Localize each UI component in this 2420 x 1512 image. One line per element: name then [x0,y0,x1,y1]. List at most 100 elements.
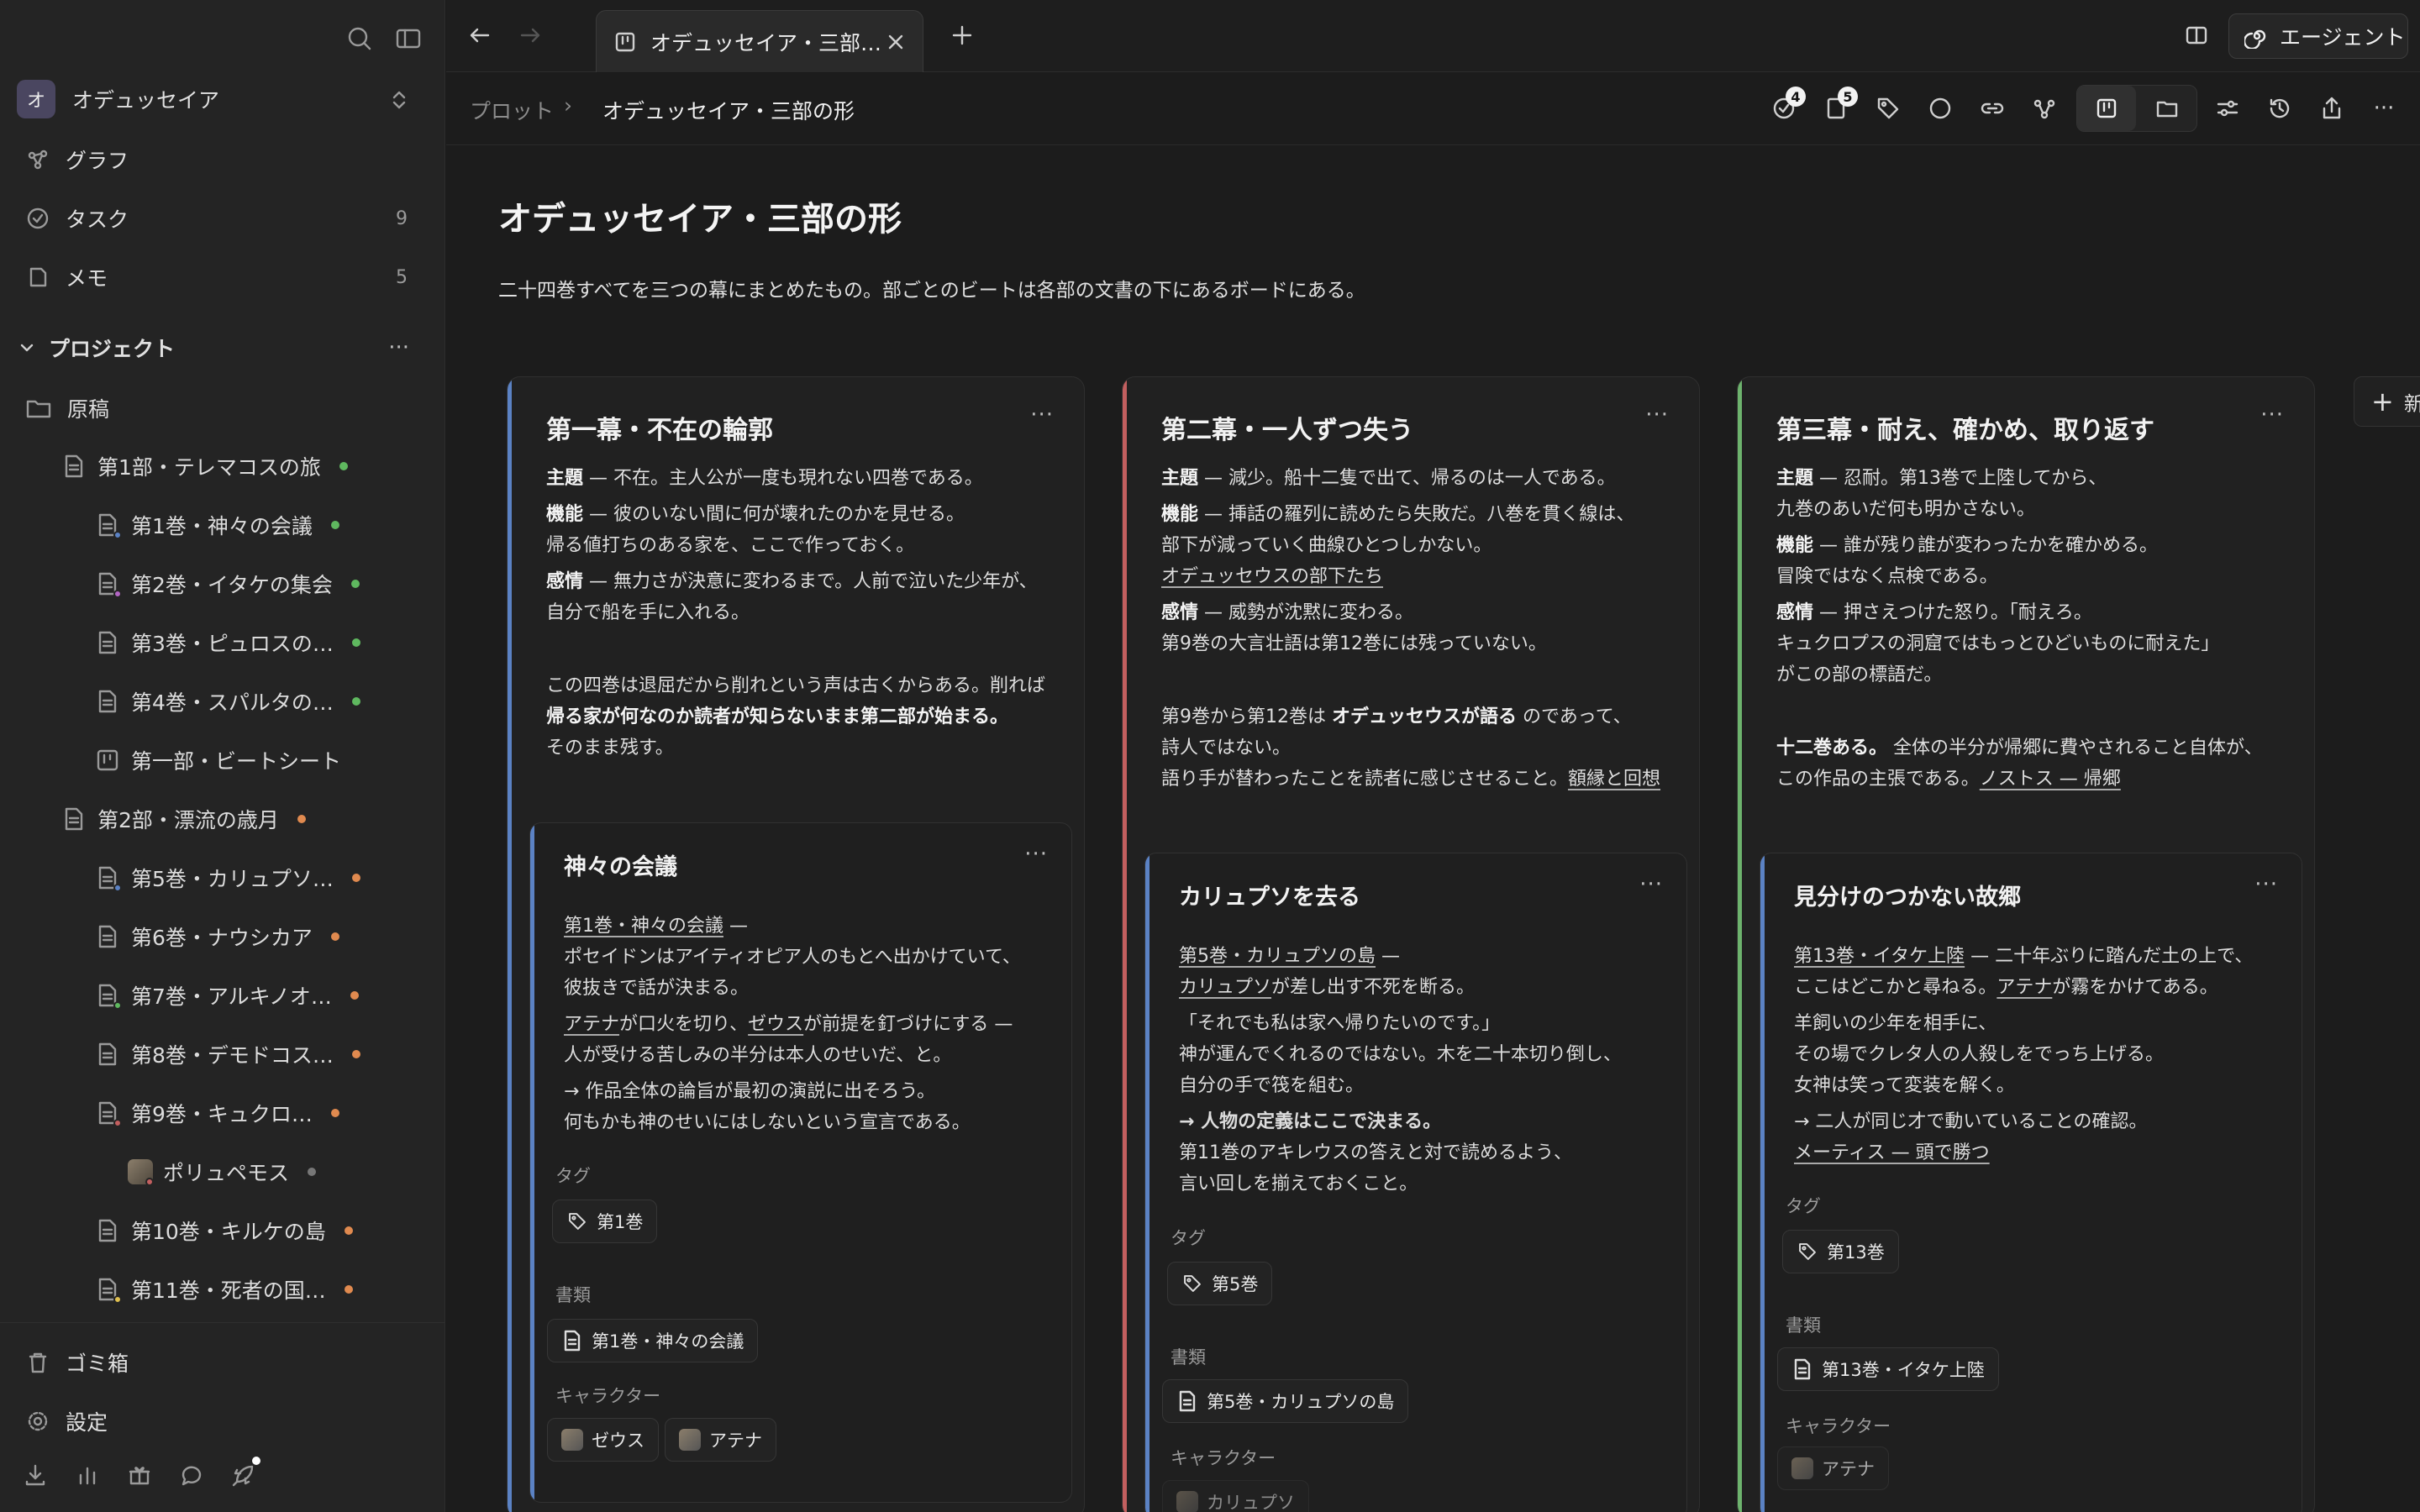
status-dot [330,521,339,529]
status-circle-icon[interactable] [1923,92,1957,125]
tree-item-label: 第6巻・ナウシカア [131,926,313,950]
tree-item[interactable]: ポリュペモス [128,1148,317,1195]
more-icon[interactable]: ··· [1030,402,1054,428]
history-icon[interactable] [2263,92,2296,125]
breadcrumb-parent[interactable]: プロット [470,95,554,125]
character-link[interactable]: アテナ [1996,977,2052,998]
workspace-switcher[interactable]: オ オデュッセイア [17,74,428,124]
more-icon[interactable]: ··· [388,335,409,360]
sidebar-item-notes[interactable]: メモ 5 [17,252,428,302]
sidebar-item-tasks[interactable]: タスク 9 [17,193,428,244]
note-link[interactable]: メーティス — 頭で勝つ [1794,1142,1990,1163]
forward-arrow-icon[interactable] [513,18,547,52]
share-icon[interactable] [2315,92,2349,125]
sidebar-item-trash[interactable]: ゴミ箱 [17,1337,428,1388]
tree-item[interactable]: 第2部・漂流の歳月 [62,795,306,843]
tag-chip[interactable]: 第13巻 [1782,1230,1899,1273]
add-column-button[interactable]: + 新 [2354,376,2420,427]
note-link[interactable]: 額縁と回想 [1568,769,1660,790]
tree-item[interactable]: 第11巻・死者の国… [96,1266,353,1313]
board-icon [613,30,637,54]
close-icon[interactable] [886,32,906,52]
gift-icon[interactable] [126,1462,153,1488]
projects-section-header[interactable]: プロジェクト ··· [17,323,428,373]
tree-item[interactable]: 第8巻・デモドコス… [96,1031,360,1078]
tree-item-label: 第11巻・死者の国… [131,1278,326,1303]
sliders-icon[interactable] [2211,92,2244,125]
tree-item[interactable]: 第5巻・カリュプソ… [96,854,360,901]
back-arrow-icon[interactable] [463,18,497,52]
more-icon[interactable]: ··· [2260,402,2284,428]
note-link[interactable]: オデュッセウスの部下たち [1161,566,1383,587]
tab-bar: オデュッセイア・三部の形 エージェント [446,0,2420,72]
tree-item[interactable]: 第1部・テレマコスの旅 [62,443,348,490]
folder-view-icon[interactable] [2138,86,2196,131]
sidebar-toggle-icon[interactable] [392,22,425,55]
new-tab-plus-icon[interactable] [945,18,979,52]
link-icon[interactable] [1975,92,2009,125]
tag-section-label: タグ [1171,1228,1206,1248]
tree-item[interactable]: 第6巻・ナウシカア [96,913,339,960]
agent-button[interactable]: エージェント [2228,13,2408,59]
search-icon[interactable] [343,22,376,55]
tree-item[interactable]: 第3巻・ピュロスの… [96,619,360,666]
sidebar-item-settings[interactable]: 設定 [17,1396,428,1446]
chevron-down-icon [17,338,42,358]
document-icon [96,689,119,714]
beat-card[interactable]: 見分けのつかない故郷 ··· 第13巻・イタケ上陸 — 二十年ぶりに踏んだ土の上… [1760,853,2302,1512]
tree-item[interactable]: 第一部・ビートシート [96,737,341,784]
rocket-icon[interactable] [230,1457,260,1488]
tag-chip[interactable]: 第1巻 [552,1200,658,1243]
folder-manuscript[interactable]: 原稿 [25,385,109,432]
chart-icon[interactable] [74,1462,101,1488]
sidebar-item-graph[interactable]: グラフ [17,134,428,185]
chat-icon[interactable] [178,1462,205,1488]
split-view-icon[interactable] [2180,18,2213,52]
card-body: 第1巻・神々の会議 — ポセイドンはアイティオピア人のもとへ出かけていて、 彼抜… [564,916,1021,1133]
doc-link[interactable]: 第13巻・イタケ上陸 [1794,946,1965,967]
tree-item[interactable]: 第1巻・神々の会議 [96,501,339,549]
doc-link[interactable]: 第5巻・カリュプソの島 [1179,946,1376,967]
count-badge: 5 [396,266,408,288]
tag-icon[interactable] [1871,92,1905,125]
more-icon[interactable]: ··· [2367,92,2401,125]
tasks-check-icon[interactable]: 4 [1767,87,1806,125]
doc-chip[interactable]: 第13巻・イタケ上陸 [1777,1347,1999,1391]
board-column: 第一幕・不在の輪郭 ··· 主題 — 不在。主人公が一度も現れない四巻である。 … [507,376,1085,1512]
tree-item-label: 第8巻・デモドコス… [131,1043,334,1068]
graph-icon[interactable] [2028,92,2061,125]
tree-item[interactable]: 第2巻・イタケの集会 [96,560,360,607]
beat-card[interactable]: 神々の会議 ··· 第1巻・神々の会議 — ポセイドンはアイティオピア人のもとへ… [529,822,1072,1503]
character-chip[interactable]: ゼウス [547,1418,659,1462]
card-title: 神々の会議 [564,854,677,880]
character-chip[interactable]: アテナ [665,1418,776,1462]
tree-item[interactable]: 第4巻・スパルタの… [96,678,360,725]
page-description: 二十四巻すべてを三つの幕にまとめたもの。部ごとのビートは各部の文書の下にあるボー… [498,280,1365,302]
tag-chip[interactable]: 第5巻 [1167,1262,1273,1305]
doc-chip[interactable]: 第5巻・カリュプソの島 [1162,1379,1409,1423]
more-icon[interactable]: ··· [1645,402,1669,428]
tree-item[interactable]: 第10巻・キルケの島 [96,1207,353,1254]
more-icon[interactable]: ··· [1024,842,1048,867]
sidebar: オ オデュッセイア グラフ タスク 9 メモ 5 プロジェクト ··· 原稿 第… [0,0,445,1512]
doc-chip[interactable]: 第1巻・神々の会議 [547,1319,759,1362]
character-link[interactable]: ゼウス [748,1014,803,1035]
character-chip[interactable]: アテナ [1777,1446,1889,1490]
doc-link[interactable]: 第1巻・神々の会議 [564,916,723,937]
spiral-icon [2244,24,2270,49]
tree-item[interactable]: 第9巻・キュクロ… [96,1089,339,1137]
more-icon[interactable]: ··· [1639,872,1663,897]
documents-icon[interactable]: 5 [1819,87,1858,125]
board-view-icon[interactable] [2077,86,2136,131]
character-link[interactable]: カリュプソ [1179,977,1271,998]
tree-item-label: 第1部・テレマコスの旅 [97,455,321,480]
more-icon[interactable]: ··· [2254,872,2278,897]
doc-section-label: 書類 [1171,1347,1206,1368]
character-link[interactable]: アテナ [564,1014,619,1035]
note-link[interactable]: ノストス — 帰郷 [1980,769,2121,790]
tree-item[interactable]: 第7巻・アルキノオ… [96,972,359,1019]
download-icon[interactable] [22,1462,49,1488]
tab-active[interactable]: オデュッセイア・三部の形 [596,10,923,72]
character-chip[interactable]: カリュプソ [1162,1480,1309,1512]
beat-card[interactable]: カリュプソを去る ··· 第5巻・カリュプソの島 — カリュプソが差し出す不死を… [1144,853,1687,1512]
